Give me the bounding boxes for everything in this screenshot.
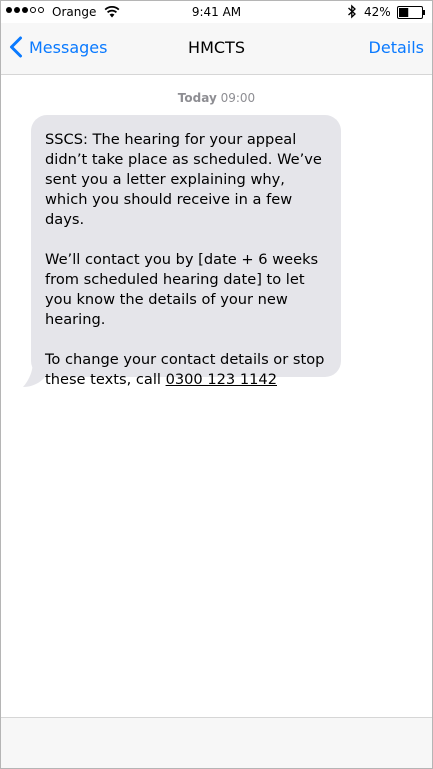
signal-dot — [38, 7, 44, 13]
message-thread[interactable]: Today 09:00 SSCS: The hearing for your a… — [1, 75, 432, 717]
timestamp-day: Today — [177, 91, 217, 105]
chevron-left-icon — [10, 36, 22, 58]
timestamp-time: 09:00 — [220, 91, 256, 105]
signal-dot — [14, 7, 20, 13]
signal-dot — [6, 7, 12, 13]
phone-number-link[interactable]: 0300 123 1142 — [166, 371, 277, 388]
back-button-label: Messages — [29, 37, 108, 57]
message-timestamp: Today 09:00 — [1, 91, 432, 105]
phone-screen: Orange 9:41 AM 42% Messages HMCTS Detail… — [0, 0, 433, 769]
signal-dot — [22, 7, 28, 13]
status-bar: Orange 9:41 AM 42% — [1, 1, 432, 23]
message-paragraph: To change your contact details or stop t… — [45, 350, 329, 390]
received-message-bubble[interactable]: SSCS: The hearing for your appeal didn’t… — [31, 115, 341, 388]
carrier-name: Orange — [52, 5, 97, 19]
signal-strength-icon — [6, 7, 44, 13]
message-paragraph: We’ll contact you by [date + 6 weeks fro… — [45, 251, 319, 328]
signal-dot — [30, 7, 36, 13]
back-button[interactable]: Messages — [9, 36, 107, 58]
details-button[interactable]: Details — [369, 38, 424, 57]
bluetooth-icon — [348, 4, 356, 19]
battery-icon — [397, 6, 425, 19]
navigation-bar: Messages HMCTS Details — [1, 23, 432, 75]
battery-percentage: 42% — [364, 5, 391, 19]
wifi-icon — [104, 5, 120, 18]
message-paragraph: SSCS: The hearing for your appeal didn’t… — [45, 131, 322, 228]
bottom-bar — [1, 717, 432, 768]
